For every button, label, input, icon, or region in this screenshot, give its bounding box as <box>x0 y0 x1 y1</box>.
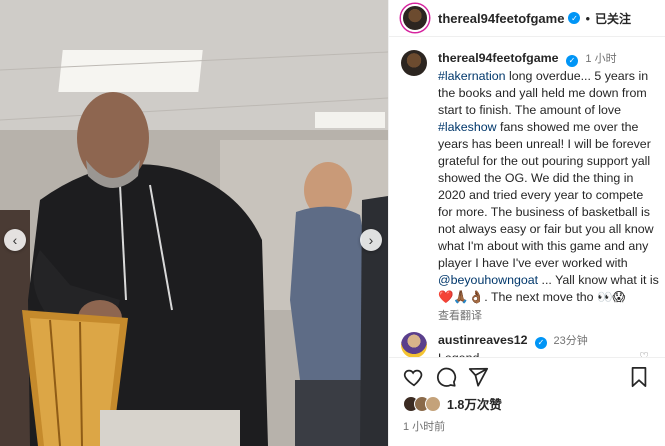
caption-username[interactable]: thereal94feetofgame <box>438 51 559 65</box>
hashtag-link[interactable]: #lakeshow <box>438 120 497 134</box>
verified-badge-icon: ✓ <box>565 54 578 67</box>
photo-illustration <box>0 0 388 446</box>
verified-badge-icon: ✓ <box>568 12 581 24</box>
separator-dot: • <box>585 10 591 26</box>
likes-summary[interactable]: 1.8万次赞 <box>389 394 665 413</box>
bookmark-icon[interactable] <box>626 364 652 390</box>
post-details-panel: thereal94feetofgame ✓ • 已关注 thereal94fee… <box>388 0 665 446</box>
chevron-left-icon[interactable]: ‹ <box>4 229 26 251</box>
hashtag-link[interactable]: #lakernation <box>438 69 506 83</box>
post-timestamp: 1 小时前 <box>403 421 446 433</box>
caption-avatar[interactable] <box>401 50 427 76</box>
liker-avatar <box>425 395 441 412</box>
paper-plane-icon[interactable] <box>465 364 491 390</box>
comment-bubble-icon[interactable] <box>433 364 459 390</box>
follow-status-button[interactable]: 已关注 <box>595 10 631 27</box>
comment-username[interactable]: austinreaves12 <box>438 333 528 347</box>
action-bar: 1.8万次赞 1 小时前 <box>389 357 665 446</box>
mention-link[interactable]: @beyouhowngoat <box>438 273 538 287</box>
heart-icon[interactable] <box>401 364 427 390</box>
comment-timestamp: 23分钟 <box>553 335 588 347</box>
post-caption: thereal94feetofgame ✓ 1 小时 #lakernation … <box>401 50 659 325</box>
caption-text: fans showed me over the years has been u… <box>438 120 654 270</box>
likes-count[interactable]: 1.8万次赞 <box>447 394 502 413</box>
chevron-right-icon[interactable]: › <box>360 229 382 251</box>
post-photo[interactable]: ‹ › <box>0 0 388 446</box>
see-translation-link[interactable]: 查看翻译 <box>438 308 659 325</box>
commenter-avatar[interactable] <box>401 332 427 358</box>
header-username[interactable]: thereal94feetofgame <box>438 11 564 26</box>
post-header: thereal94feetofgame ✓ • 已关注 <box>389 0 665 37</box>
author-avatar[interactable] <box>401 4 429 32</box>
verified-badge-icon: ✓ <box>535 336 548 349</box>
caption-timestamp: 1 小时 <box>585 53 617 65</box>
